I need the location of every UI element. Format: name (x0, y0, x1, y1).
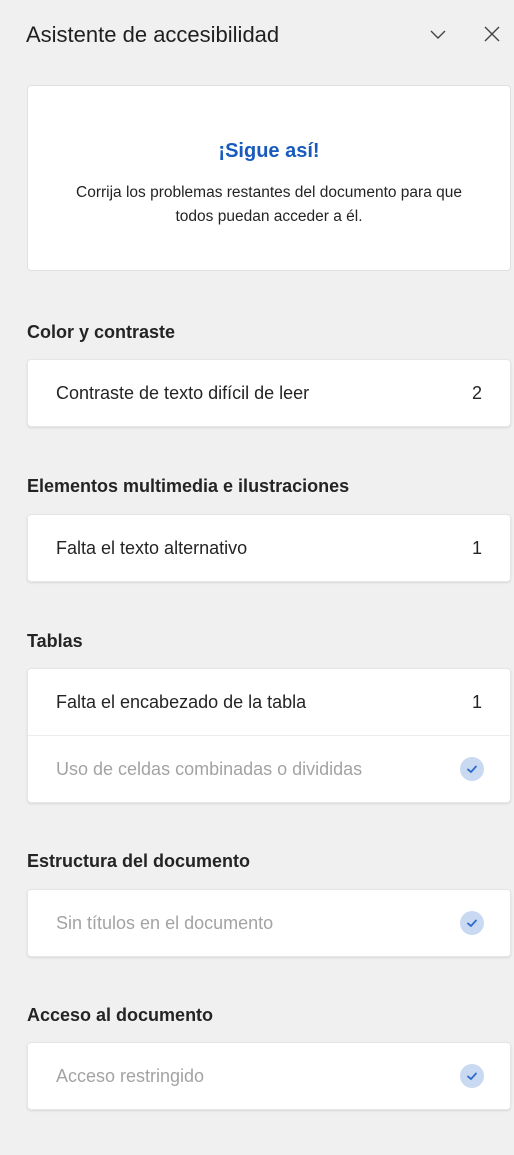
section-card-document-structure: Sin títulos en el documento (27, 889, 511, 957)
issue-label: Falta el encabezado de la tabla (56, 692, 307, 712)
issue-row-no-headings[interactable]: Sin títulos en el documento (28, 890, 510, 956)
issue-row-restricted-access[interactable]: Acceso restringido (28, 1043, 510, 1109)
section-title-document-structure: Estructura del documento (27, 851, 251, 871)
pane-title: Asistente de accesibilidad (26, 22, 280, 47)
issue-row-hard-to-read-contrast[interactable]: Contraste de texto difícil de leer 2 (28, 360, 510, 426)
issue-label: Uso de celdas combinadas o divididas (56, 759, 363, 779)
issue-label: Sin títulos en el documento (56, 913, 274, 933)
issue-count: 2 (471, 383, 482, 403)
issue-row-missing-alt-text[interactable]: Falta el texto alternativo 1 (28, 515, 510, 581)
section-title-document-access: Acceso al documento (27, 1005, 214, 1025)
banner-title: ¡Sigue así! (218, 140, 320, 162)
section-card-document-access: Acceso restringido (27, 1042, 511, 1110)
section-card-color-contrast: Contraste de texto difícil de leer 2 (27, 359, 511, 427)
check-icon (460, 1064, 484, 1088)
issue-count: 1 (471, 538, 482, 558)
issue-label: Acceso restringido (56, 1066, 205, 1086)
banner-message: Corrija los problemas restantes del docu… (76, 184, 462, 225)
pane-header: Asistente de accesibilidad (0, 0, 514, 66)
section-title-color-contrast: Color y contraste (27, 322, 176, 342)
issue-row-merged-split-cells[interactable]: Uso de celdas combinadas o divididas (28, 735, 510, 802)
accessibility-assistant-pane: Asistente de accesibilidad ¡Sigue así! C… (0, 0, 514, 1155)
status-banner: ¡Sigue así! Corrija los problemas restan… (27, 85, 511, 271)
section-card-media-illustrations: Falta el texto alternativo 1 (27, 514, 511, 582)
check-icon (460, 757, 484, 781)
issue-row-missing-table-header[interactable]: Falta el encabezado de la tabla 1 (28, 669, 510, 735)
issue-label: Falta el texto alternativo (56, 538, 248, 558)
issue-count: 1 (471, 692, 482, 712)
issue-label: Contraste de texto difícil de leer (56, 383, 310, 403)
section-title-media-illustrations: Elementos multimedia e ilustraciones (27, 476, 350, 496)
close-button[interactable] (476, 18, 508, 50)
close-icon (484, 26, 500, 42)
chevron-down-icon (430, 30, 446, 39)
section-title-tables: Tablas (27, 631, 83, 651)
check-icon (460, 911, 484, 935)
collapse-button[interactable] (422, 18, 454, 50)
section-card-tables: Falta el encabezado de la tabla 1 Uso de… (27, 668, 511, 803)
